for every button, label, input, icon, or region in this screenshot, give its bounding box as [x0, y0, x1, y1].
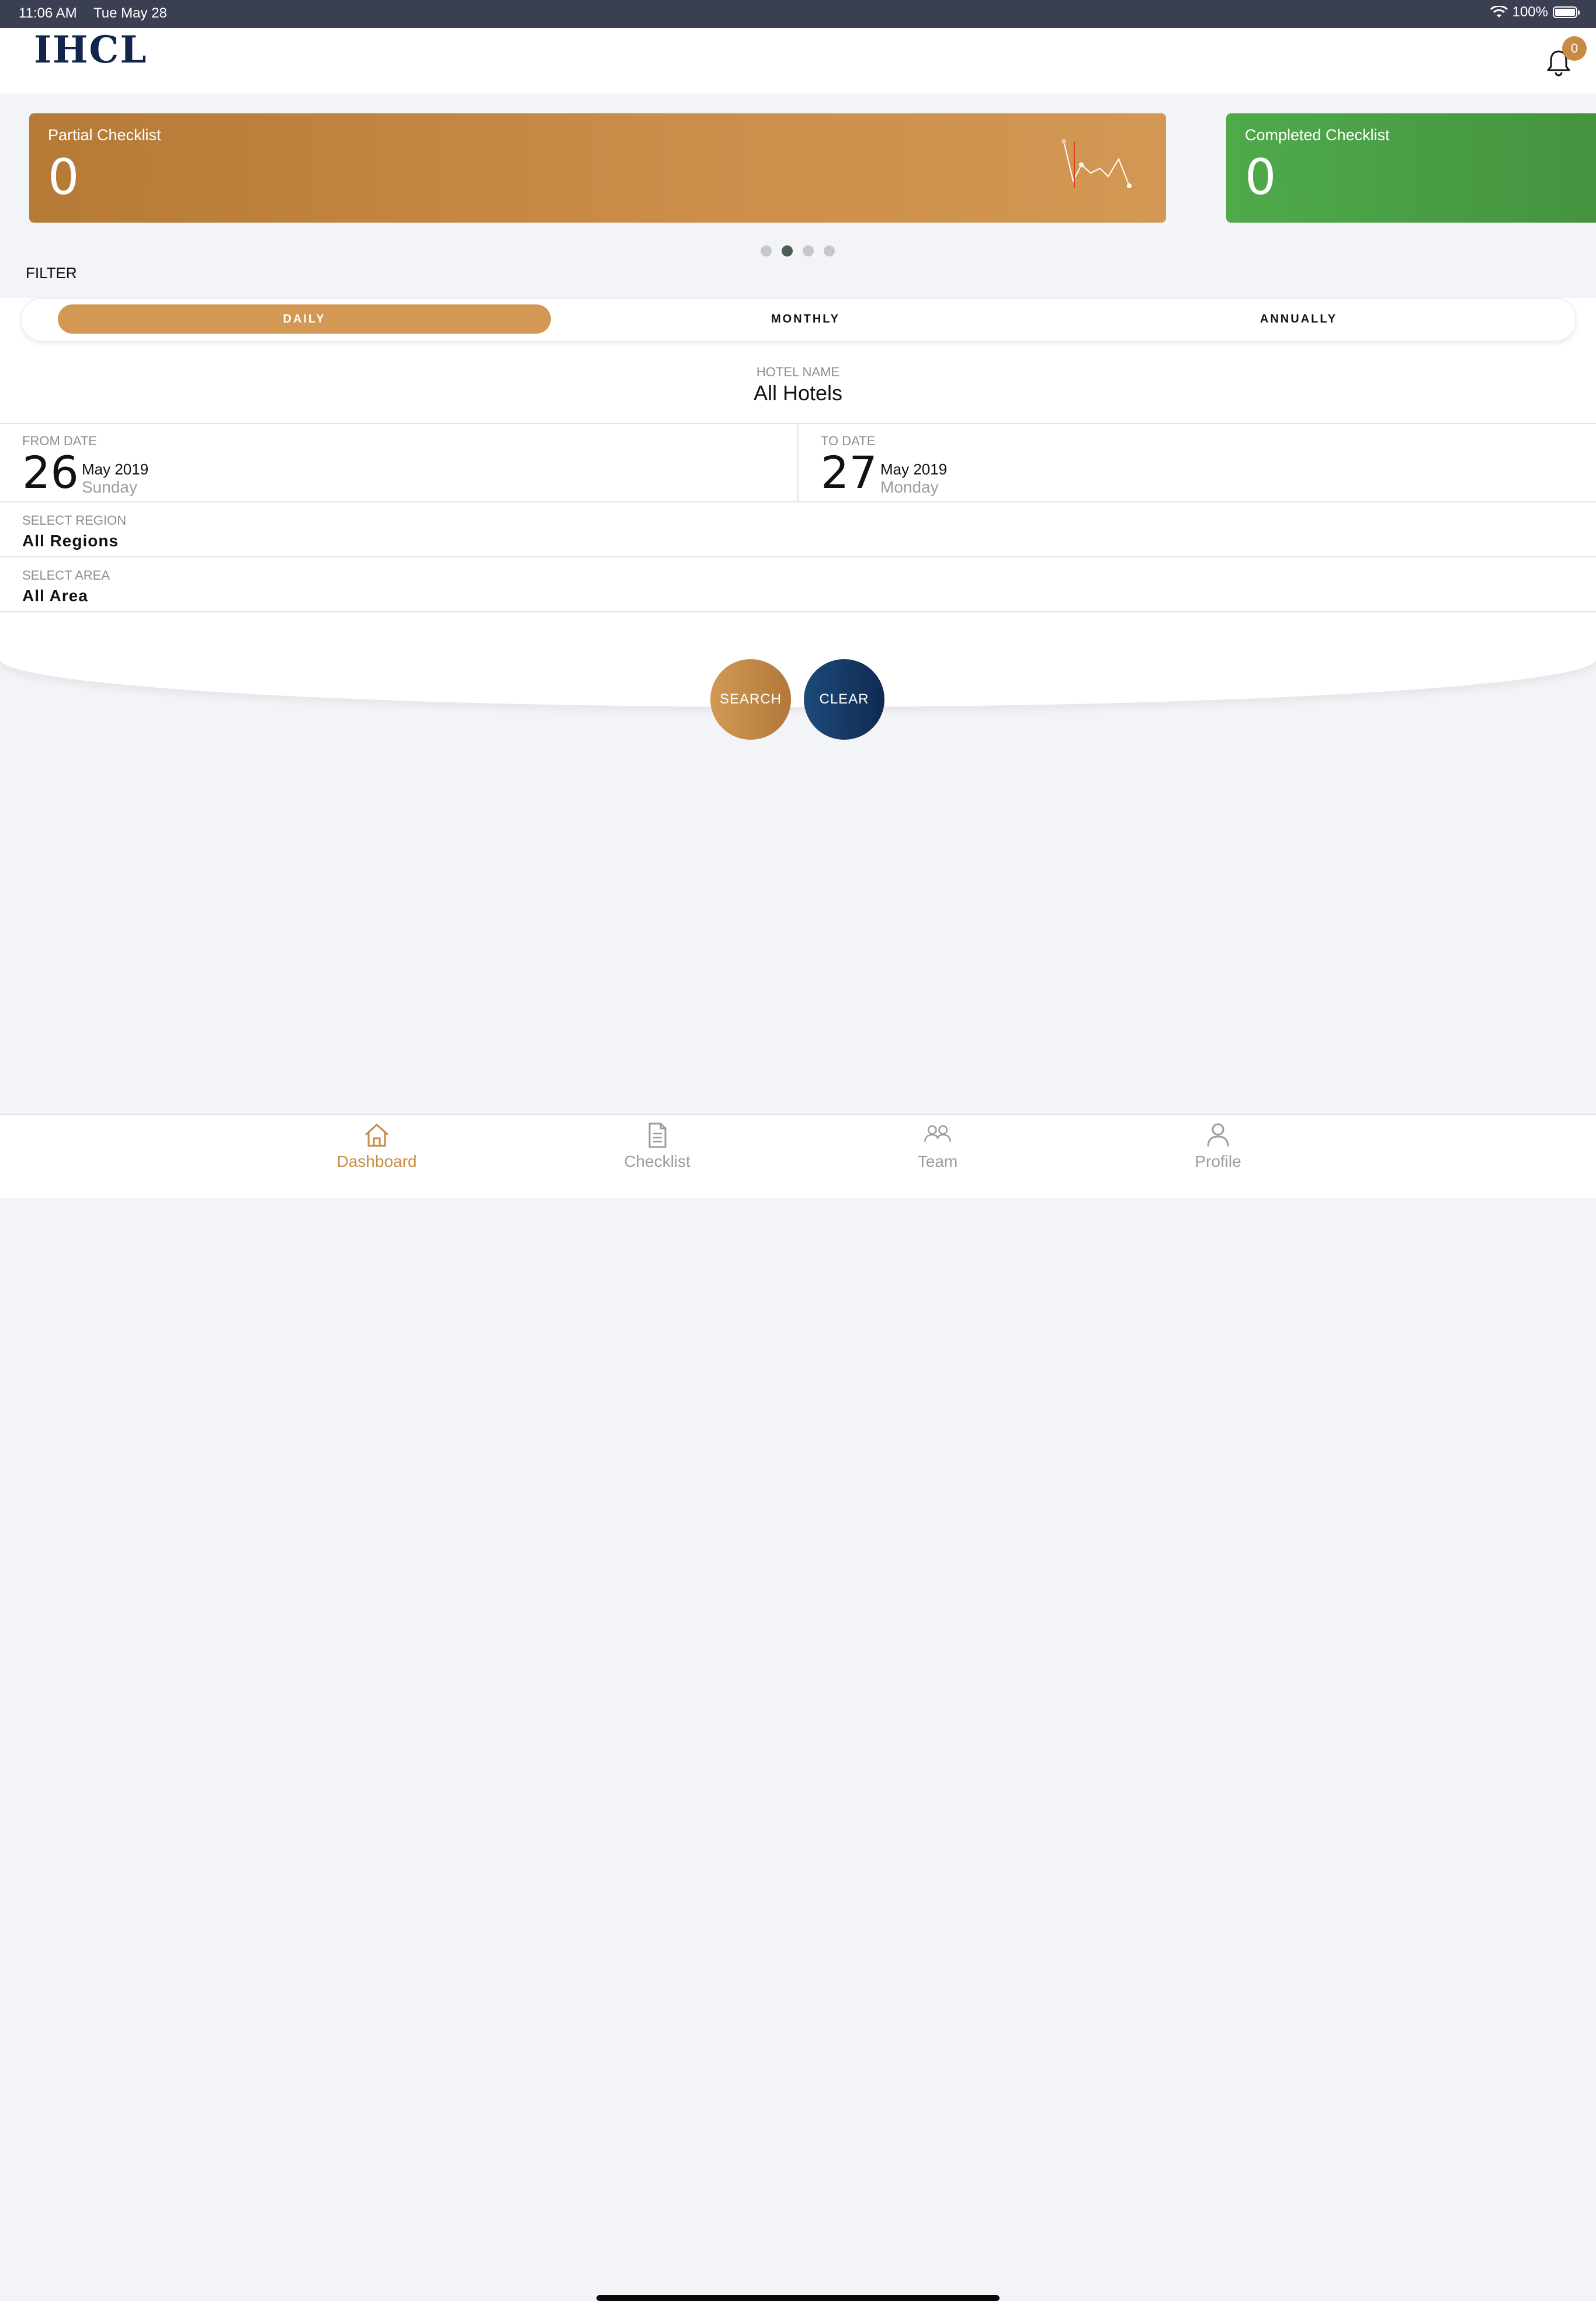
pager-dot[interactable]	[803, 245, 814, 257]
app-header: IHCL 0	[0, 28, 1596, 93]
card-value: 0	[1245, 148, 1276, 206]
search-button[interactable]: SEARCH	[710, 659, 791, 740]
card-title: Partial Checklist	[48, 126, 161, 144]
clear-button[interactable]: CLEAR	[804, 659, 884, 740]
tab-label: Checklist	[624, 1152, 691, 1170]
pager-dot[interactable]	[761, 245, 772, 257]
team-icon	[924, 1125, 951, 1142]
card-value: 0	[48, 148, 79, 206]
tab-annually[interactable]: ANNUALLY	[1052, 304, 1545, 334]
battery-percent: 100%	[1512, 4, 1548, 20]
filter-label: FILTER	[26, 264, 77, 282]
to-date-weekday: Monday	[880, 478, 939, 496]
from-date-weekday: Sunday	[82, 478, 137, 496]
status-date: Tue May 28	[93, 5, 167, 21]
pager-dot-active[interactable]	[782, 245, 793, 257]
to-date-month: May 2019	[880, 460, 948, 478]
home-icon	[365, 1124, 389, 1147]
region-select[interactable]: SELECT REGION All Regions	[22, 513, 126, 550]
wifi-icon	[1490, 6, 1508, 18]
tab-profile[interactable]: Profile	[1154, 1121, 1282, 1171]
home-indicator	[596, 2295, 1000, 2301]
area-label: SELECT AREA	[22, 568, 110, 583]
tab-team[interactable]: Team	[873, 1121, 1002, 1171]
status-time: 11:06 AM	[19, 5, 77, 21]
card-title: Completed Checklist	[1245, 126, 1390, 144]
divider	[0, 501, 1596, 503]
tab-label: Dashboard	[336, 1152, 417, 1170]
area-value: All Area	[22, 587, 88, 605]
divider	[797, 424, 799, 501]
from-date-month: May 2019	[82, 460, 149, 478]
divider	[0, 611, 1596, 612]
from-date-day: 26	[22, 446, 79, 498]
bottom-tab-bar: Dashboard Checklist Team Profile	[0, 1114, 1596, 2301]
to-date-day: 27	[821, 446, 877, 498]
document-icon	[648, 1122, 667, 1148]
tab-checklist[interactable]: Checklist	[593, 1121, 721, 1171]
region-value: All Regions	[22, 532, 119, 550]
tab-label: Profile	[1195, 1152, 1241, 1170]
tab-daily[interactable]: DAILY	[58, 304, 551, 334]
carousel-pager[interactable]	[761, 245, 835, 257]
tab-dashboard[interactable]: Dashboard	[313, 1121, 441, 1171]
completed-checklist-card[interactable]: Completed Checklist 0	[1226, 113, 1596, 223]
area-select[interactable]: SELECT AREA All Area	[22, 568, 110, 605]
hotel-name-select[interactable]: All Hotels	[0, 381, 1596, 406]
hotel-name-label: HOTEL NAME	[756, 365, 840, 379]
profile-icon	[1207, 1123, 1229, 1147]
pager-dot[interactable]	[824, 245, 835, 257]
tab-label: Team	[917, 1152, 958, 1170]
period-segmented-control: DAILY MONTHLY ANNUALLY	[21, 298, 1576, 341]
partial-checklist-card[interactable]: Partial Checklist 0	[29, 113, 1166, 223]
notification-badge: 0	[1562, 36, 1587, 61]
status-right: 100%	[1490, 4, 1580, 20]
brand-logo: IHCL	[34, 28, 148, 72]
battery-icon	[1553, 6, 1580, 18]
filter-panel: DAILY MONTHLY ANNUALLY HOTEL NAME All Ho…	[0, 298, 1596, 707]
status-bar: 11:06 AM Tue May 28 100%	[0, 0, 1596, 28]
region-label: SELECT REGION	[22, 513, 127, 528]
tab-monthly[interactable]: MONTHLY	[559, 304, 1052, 334]
divider	[0, 556, 1596, 557]
sparkline-icon	[1061, 139, 1132, 188]
